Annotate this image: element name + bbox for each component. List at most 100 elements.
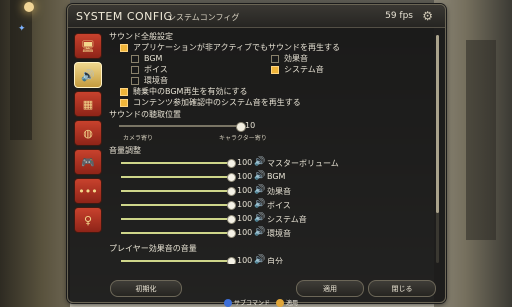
speaker-icon[interactable]: 🔊	[254, 255, 265, 264]
slider-track[interactable]	[121, 173, 236, 182]
speaker-icon[interactable]: 🔊	[254, 199, 265, 209]
gamepad-icon: 🎮	[81, 155, 95, 169]
checkbox-bgm[interactable]: BGM	[131, 53, 271, 64]
checkbox-play-inactive[interactable]: アプリケーションが非アクティブでもサウンドを再生する	[109, 42, 431, 53]
accessibility-icon: ♀	[83, 213, 93, 227]
volume-sliders: 100 🔊 マスターボリューム 100 🔊 BGM 100 🔊 効果音 100 🔊 ボイス 100 🔊 シス…	[109, 156, 431, 240]
checkbox-box[interactable]	[271, 65, 279, 74]
checkbox-content-confirm[interactable]: コンテンツ参加確認中のシステム音を再生する	[109, 97, 431, 108]
checkbox-box[interactable]	[131, 65, 139, 74]
slider-handle[interactable]	[227, 215, 236, 224]
monitor-icon: 🖥	[81, 39, 95, 53]
scrollbar-thumb[interactable]	[436, 35, 439, 213]
speaker-icon[interactable]: 🔊	[254, 157, 265, 167]
speaker-icon[interactable]: 🔊	[254, 213, 265, 223]
checkbox-label: コンテンツ参加確認中のシステム音を再生する	[133, 98, 301, 107]
tab-gamepad-icon[interactable]: 🎮	[74, 149, 102, 175]
checkbox-label: BGM	[144, 54, 163, 63]
checkbox-ambient[interactable]: 環境音	[131, 75, 271, 86]
slider-fill	[121, 218, 231, 220]
checkbox-box[interactable]	[131, 76, 139, 85]
ellipsis-icon: •••	[78, 184, 98, 198]
controller-hints: サブコマンド 適用	[218, 298, 298, 307]
background-left-scenery: ✦	[0, 0, 70, 307]
checkbox-box[interactable]	[120, 87, 128, 96]
slider-track[interactable]	[121, 215, 236, 224]
close-button[interactable]: 閉じる	[368, 280, 436, 297]
tab-speaker-icon[interactable]: 🔊	[74, 62, 102, 88]
slider-track[interactable]	[121, 229, 236, 238]
volume-row: 100 🔊 BGM	[109, 170, 431, 184]
checkbox-box[interactable]	[131, 54, 139, 63]
slider-handle[interactable]	[227, 173, 236, 182]
checkbox-label: ボイス	[144, 65, 168, 74]
window-titlebar[interactable]: SYSTEM CONFIG システムコンフィグ 59 fps ⚙	[68, 5, 445, 28]
slider-value: 100	[237, 214, 253, 223]
player-volume-sliders: 100🔊自分100🔊パーティ	[109, 254, 431, 264]
slider-track[interactable]	[121, 201, 236, 210]
tab-mouse-icon[interactable]: ◍	[74, 120, 102, 146]
system-config-window: SYSTEM CONFIG システムコンフィグ 59 fps ⚙ 🖥 🔊 ▦ ◍ 🎮 ••…	[67, 4, 446, 303]
slider-value: 100	[237, 256, 253, 264]
scenery-marker-icon: ✦	[18, 24, 26, 34]
content-scrollbar[interactable]	[436, 35, 439, 263]
checkbox-label: アプリケーションが非アクティブでもサウンドを再生する	[133, 43, 340, 52]
slider-handle[interactable]	[227, 187, 236, 196]
speaker-icon[interactable]: 🔊	[254, 227, 265, 237]
slider-track[interactable]	[121, 159, 236, 168]
tab-accessibility-icon[interactable]: ♀	[74, 207, 102, 233]
slider-fill	[121, 204, 231, 206]
slider-label: 環境音	[267, 229, 291, 238]
slider-label: ボイス	[267, 201, 291, 210]
bars-icon: ▦	[82, 97, 94, 111]
category-tabs: 🖥 🔊 ▦ ◍ 🎮 ••• ♀	[74, 33, 102, 236]
checkbox-label: 環境音	[144, 76, 168, 85]
slider-handle[interactable]	[227, 229, 236, 238]
checkbox-label: 騎乗中のBGM再生を有効にする	[133, 87, 248, 96]
slider-label: 自分	[267, 257, 283, 264]
slider-value: 100	[237, 172, 253, 181]
checkbox-mount-bgm[interactable]: 騎乗中のBGM再生を有効にする	[109, 86, 431, 97]
tab-ellipsis-icon[interactable]: •••	[74, 178, 102, 204]
slider-label: 効果音	[267, 187, 291, 196]
apply-button[interactable]: 適用	[296, 280, 364, 297]
checkbox-box[interactable]	[271, 54, 279, 63]
reset-button[interactable]: 初期化	[110, 280, 182, 297]
slider-handle[interactable]	[227, 159, 236, 168]
hint-submenu: サブコマンド	[234, 300, 271, 307]
speaker-icon[interactable]: 🔊	[254, 171, 265, 181]
slider-value: 100	[237, 158, 253, 167]
tab-bars-icon[interactable]: ▦	[74, 91, 102, 117]
slider-track[interactable]	[121, 187, 236, 196]
checkbox-system[interactable]: システム音	[271, 64, 411, 75]
fps-counter: 59 fps	[385, 11, 413, 21]
volume-row: 100 🔊 マスターボリューム	[109, 156, 431, 170]
scenery-pillar	[10, 0, 32, 140]
gear-icon[interactable]: ⚙	[422, 9, 433, 23]
slider-value: 10	[245, 121, 256, 130]
checkbox-grid: BGM ボイス 環境音 効果音 システム音	[109, 53, 431, 86]
volume-row: 100 🔊 ボイス	[109, 198, 431, 212]
slider-handle[interactable]	[227, 201, 236, 210]
checkbox-label: 効果音	[284, 54, 308, 63]
window-title: SYSTEM CONFIG	[76, 10, 173, 23]
tab-monitor-icon[interactable]: 🖥	[74, 33, 102, 59]
checkbox-box[interactable]	[120, 98, 128, 107]
mouse-icon: ◍	[83, 126, 93, 140]
checkbox-voice[interactable]: ボイス	[131, 64, 271, 75]
checkbox-box[interactable]	[120, 43, 128, 52]
section-heading-player-volume: プレイヤー効果音の音量	[109, 244, 197, 253]
slider-fill	[121, 190, 231, 192]
volume-row: 100 🔊 環境音	[109, 226, 431, 240]
slider-right-label: キャラクター寄り	[219, 135, 267, 142]
section-heading-volume: 音量調整	[109, 146, 141, 155]
listening-position-slider[interactable]: 10 カメラ寄り キャラクター寄り	[109, 120, 431, 146]
volume-row: 100 🔊 効果音	[109, 184, 431, 198]
checkbox-sfx[interactable]: 効果音	[271, 53, 411, 64]
a-button-icon	[276, 298, 285, 307]
slider-handle[interactable]	[227, 257, 236, 264]
slider-track[interactable]	[119, 125, 241, 127]
speaker-icon[interactable]: 🔊	[254, 185, 265, 195]
slider-track[interactable]	[121, 257, 236, 264]
section-heading-listening: サウンドの聴取位置	[109, 110, 181, 119]
